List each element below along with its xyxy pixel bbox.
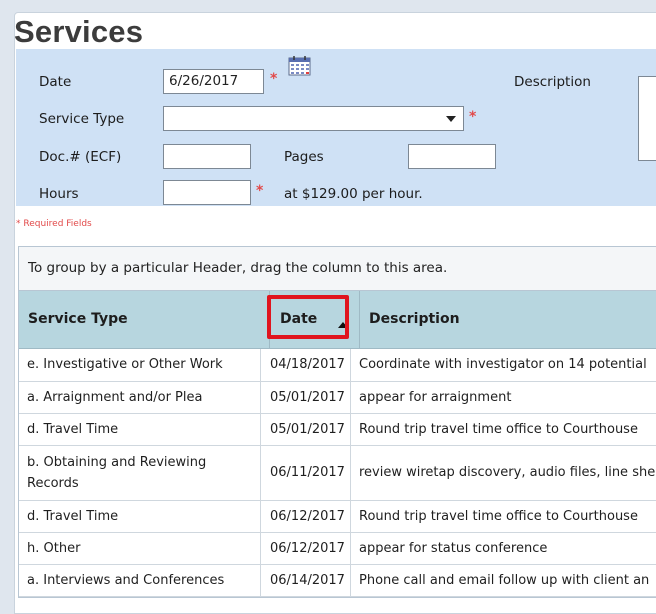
- table-row[interactable]: a. Arraignment and/or Plea 05/01/2017 ap…: [19, 381, 656, 413]
- cell-service-type: d. Travel Time: [19, 500, 261, 532]
- service-type-label: Service Type: [39, 111, 124, 127]
- cell-date: 05/01/2017: [261, 381, 351, 413]
- required-marker: *: [256, 183, 263, 199]
- required-marker: *: [270, 71, 277, 87]
- grid-header-row: Service Type Date Description: [19, 291, 656, 349]
- cell-description: appear for arraignment: [351, 381, 656, 413]
- cell-description: Round trip travel time office to Courtho…: [351, 413, 656, 445]
- date-column-highlight: [267, 295, 349, 339]
- cell-service-type: a. Arraignment and/or Plea: [19, 381, 261, 413]
- date-label: Date: [39, 74, 71, 90]
- cell-date: 06/11/2017: [261, 445, 351, 500]
- required-marker: *: [469, 109, 476, 125]
- doc-ecf-label: Doc.# (ECF): [39, 149, 121, 165]
- cell-service-type: h. Other: [19, 532, 261, 564]
- date-input[interactable]: 6/26/2017: [163, 69, 264, 94]
- column-header-service-type[interactable]: Service Type: [28, 291, 128, 348]
- cell-description: Coordinate with investigator on 14 poten…: [351, 349, 656, 381]
- required-fields-note: * Required Fields: [16, 219, 92, 229]
- cell-description: Phone call and email follow up with clie…: [351, 564, 656, 596]
- cell-service-type: a. Interviews and Conferences: [19, 564, 261, 596]
- description-label: Description: [514, 74, 591, 90]
- cell-service-type: b. Obtaining and Reviewing Records: [19, 445, 261, 500]
- calendar-icon[interactable]: [286, 54, 313, 77]
- cell-date: 05/01/2017: [261, 413, 351, 445]
- cell-description: review wiretap discovery, audio files, l…: [351, 445, 656, 500]
- table-row[interactable]: h. Other 06/12/2017 appear for status co…: [19, 532, 656, 564]
- cell-service-type: e. Investigative or Other Work: [19, 349, 261, 381]
- cell-date: 06/14/2017: [261, 564, 351, 596]
- grid-rows: e. Investigative or Other Work 04/18/201…: [19, 349, 656, 597]
- table-row[interactable]: d. Travel Time 05/01/2017 Round trip tra…: [19, 413, 656, 445]
- group-by-drop-area[interactable]: To group by a particular Header, drag th…: [19, 247, 656, 291]
- cell-service-type: d. Travel Time: [19, 413, 261, 445]
- page-title: Services: [14, 14, 143, 50]
- column-header-description[interactable]: Description: [369, 291, 460, 348]
- cell-description: Round trip travel time office to Courtho…: [351, 500, 656, 532]
- service-type-select[interactable]: [163, 106, 464, 131]
- table-row[interactable]: b. Obtaining and Reviewing Records 06/11…: [19, 445, 656, 500]
- pages-input[interactable]: [408, 144, 496, 169]
- hourly-rate-text: at $129.00 per hour.: [284, 186, 423, 202]
- cell-date: 06/12/2017: [261, 532, 351, 564]
- chevron-down-icon[interactable]: [446, 116, 456, 122]
- table-row[interactable]: e. Investigative or Other Work 04/18/201…: [19, 349, 656, 381]
- cell-date: 04/18/2017: [261, 349, 351, 381]
- description-textarea[interactable]: [638, 76, 656, 161]
- table-row[interactable]: d. Travel Time 06/12/2017 Round trip tra…: [19, 500, 656, 532]
- services-grid: To group by a particular Header, drag th…: [18, 246, 656, 598]
- cell-date: 06/12/2017: [261, 500, 351, 532]
- hours-label: Hours: [39, 186, 79, 202]
- column-divider[interactable]: [359, 291, 360, 348]
- table-row[interactable]: a. Interviews and Conferences 06/14/2017…: [19, 564, 656, 596]
- hours-input[interactable]: [163, 180, 251, 205]
- doc-ecf-input[interactable]: [163, 144, 251, 169]
- cell-description: appear for status conference: [351, 532, 656, 564]
- service-entry-form: Date 6/26/2017 * Description Service Typ…: [16, 49, 656, 206]
- pages-label: Pages: [284, 149, 324, 165]
